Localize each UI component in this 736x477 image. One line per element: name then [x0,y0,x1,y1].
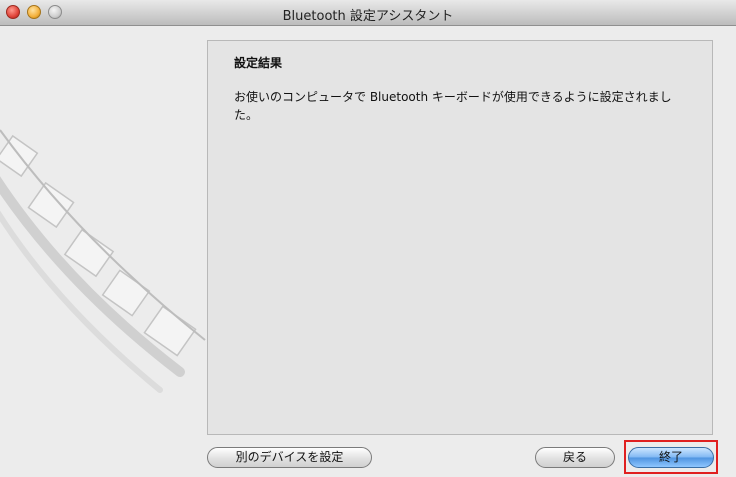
highlight-box [624,440,718,474]
window-title: Bluetooth 設定アシスタント [282,9,454,24]
setup-another-device-button[interactable]: 別のデバイスを設定 [207,447,372,468]
result-panel: 設定結果 お使いのコンピュータで Bluetooth キーボードが使用できるよう… [207,40,713,435]
result-message: お使いのコンピュータで Bluetooth キーボードが使用できるように設定され… [234,90,672,122]
panel-heading: 設定結果 [234,56,283,70]
title-bar: Bluetooth 設定アシスタント [0,0,736,26]
back-button[interactable]: 戻る [535,447,615,468]
keyboard-illustration [0,129,206,393]
